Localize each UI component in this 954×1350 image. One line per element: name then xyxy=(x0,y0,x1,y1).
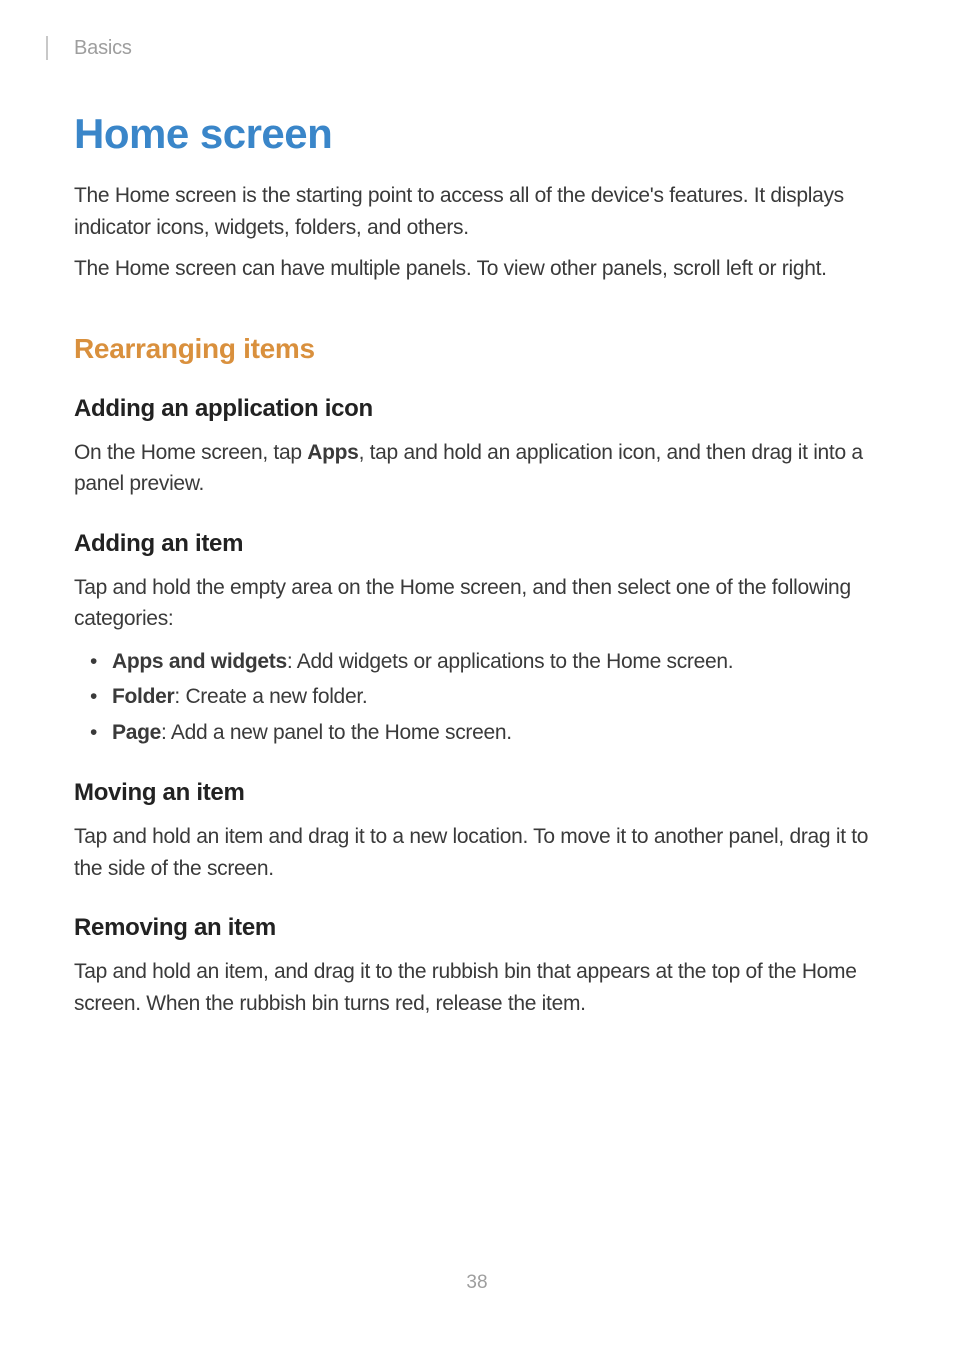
paragraph-add-app-icon: On the Home screen, tap Apps, tap and ho… xyxy=(74,437,880,500)
list-item-bold: Apps and widgets xyxy=(112,650,287,673)
list-item-bold: Page xyxy=(112,721,161,744)
list-item-text: : Add widgets or applications to the Hom… xyxy=(287,650,733,673)
bullet-list-add-item: Apps and widgets: Add widgets or applica… xyxy=(74,645,880,750)
breadcrumb-divider xyxy=(46,36,48,60)
list-item-bold: Folder xyxy=(112,685,174,708)
breadcrumb: Basics xyxy=(74,37,132,60)
document-page: Basics Home screen The Home screen is th… xyxy=(0,0,954,1350)
paragraph-removing-item: Tap and hold an item, and drag it to the… xyxy=(74,956,880,1019)
list-item-text: : Add a new panel to the Home screen. xyxy=(161,721,512,744)
subheading-moving-item: Moving an item xyxy=(74,779,880,807)
subheading-add-item: Adding an item xyxy=(74,530,880,558)
page-number: 38 xyxy=(0,1272,954,1294)
page-title: Home screen xyxy=(74,110,880,158)
bold-apps: Apps xyxy=(307,441,358,464)
list-item: Folder: Create a new folder. xyxy=(74,680,880,714)
breadcrumb-row: Basics xyxy=(74,36,880,60)
list-item-text: : Create a new folder. xyxy=(174,685,367,708)
text-prefix: On the Home screen, tap xyxy=(74,441,307,464)
subheading-removing-item: Removing an item xyxy=(74,914,880,942)
intro-paragraph-1: The Home screen is the starting point to… xyxy=(74,180,880,243)
section-heading-rearranging: Rearranging items xyxy=(74,333,880,365)
paragraph-add-item: Tap and hold the empty area on the Home … xyxy=(74,572,880,635)
list-item: Apps and widgets: Add widgets or applica… xyxy=(74,645,880,679)
list-item: Page: Add a new panel to the Home screen… xyxy=(74,716,880,750)
paragraph-moving-item: Tap and hold an item and drag it to a ne… xyxy=(74,821,880,884)
intro-paragraph-2: The Home screen can have multiple panels… xyxy=(74,253,880,285)
subheading-add-app-icon: Adding an application icon xyxy=(74,395,880,423)
